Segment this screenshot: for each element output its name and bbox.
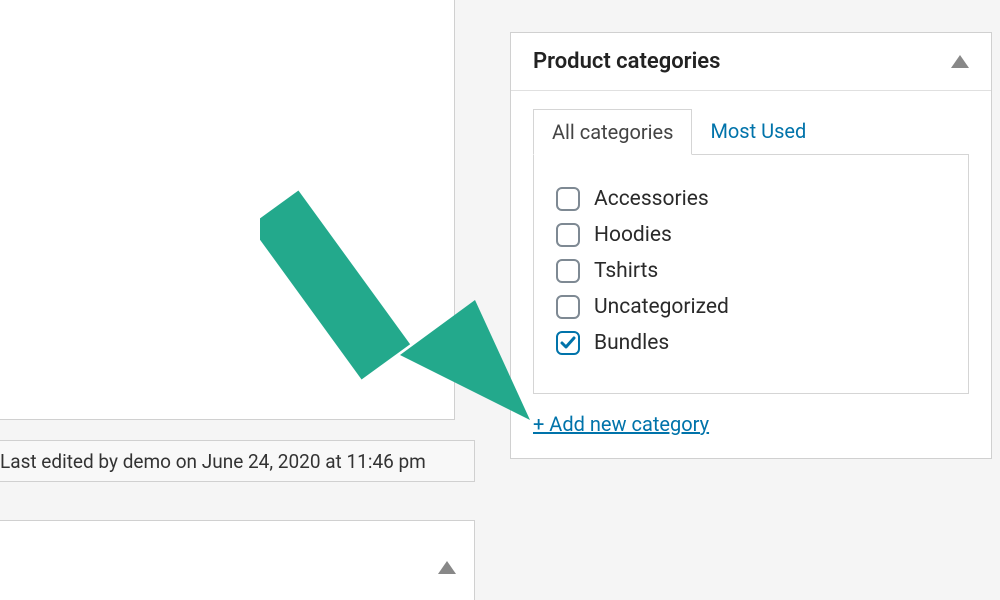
metabox-title: Product categories xyxy=(533,49,720,74)
checkbox-accessories[interactable] xyxy=(556,187,580,211)
list-item: Accessories xyxy=(556,187,946,211)
caret-up-icon xyxy=(438,561,456,574)
category-label: Tshirts xyxy=(594,259,658,283)
category-tabs: All categories Most Used xyxy=(533,109,969,154)
editor-content-area[interactable] xyxy=(0,0,455,420)
status-text: Last edited by demo on June 24, 2020 at … xyxy=(0,450,426,473)
category-label: Accessories xyxy=(594,187,709,211)
metabox-body: All categories Most Used Accessories Hoo… xyxy=(511,91,991,458)
check-icon xyxy=(558,333,578,353)
tab-all-categories[interactable]: All categories xyxy=(533,109,692,155)
category-label: Hoodies xyxy=(594,223,672,247)
caret-up-icon xyxy=(951,55,969,68)
list-item: Hoodies xyxy=(556,223,946,247)
tab-most-used[interactable]: Most Used xyxy=(692,109,824,154)
collapsed-metabox[interactable] xyxy=(0,520,475,600)
add-new-category-link[interactable]: + Add new category xyxy=(533,412,969,436)
product-categories-metabox: Product categories All categories Most U… xyxy=(510,32,992,459)
category-label: Uncategorized xyxy=(594,295,729,319)
list-item: Bundles xyxy=(556,331,946,355)
category-label: Bundles xyxy=(594,331,669,355)
metabox-header[interactable]: Product categories xyxy=(511,33,991,91)
category-list: Accessories Hoodies Tshirts Uncategorize… xyxy=(533,154,969,394)
checkbox-uncategorized[interactable] xyxy=(556,295,580,319)
list-item: Uncategorized xyxy=(556,295,946,319)
last-edited-status: Last edited by demo on June 24, 2020 at … xyxy=(0,440,475,482)
checkbox-bundles[interactable] xyxy=(556,331,580,355)
checkbox-hoodies[interactable] xyxy=(556,223,580,247)
checkbox-tshirts[interactable] xyxy=(556,259,580,283)
list-item: Tshirts xyxy=(556,259,946,283)
